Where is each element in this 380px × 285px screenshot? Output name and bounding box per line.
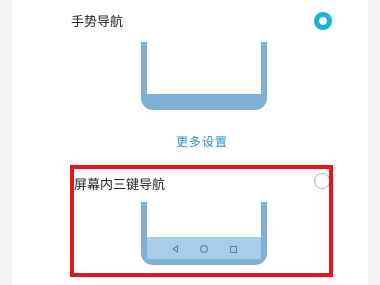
- more-settings-link[interactable]: 更多设置: [176, 133, 228, 150]
- gesture-bar: [147, 94, 261, 104]
- gesture-navigation-radio[interactable]: [314, 12, 332, 30]
- navigation-settings-screen: 手势导航 更多设置 屏幕内三键导航: [0, 0, 380, 285]
- gesture-navigation-label[interactable]: 手势导航: [71, 11, 123, 30]
- left-margin: [0, 0, 12, 285]
- right-margin: [368, 0, 380, 285]
- gesture-navigation-illustration[interactable]: [141, 42, 267, 110]
- three-key-nav-bar: [147, 237, 261, 259]
- recent-square-icon: [229, 245, 237, 253]
- back-triangle-icon: [171, 245, 178, 253]
- home-circle-icon: [199, 245, 208, 253]
- three-key-navigation-radio[interactable]: [314, 173, 330, 189]
- three-key-navigation-illustration[interactable]: [141, 202, 267, 265]
- three-key-navigation-label[interactable]: 屏幕内三键导航: [74, 174, 165, 193]
